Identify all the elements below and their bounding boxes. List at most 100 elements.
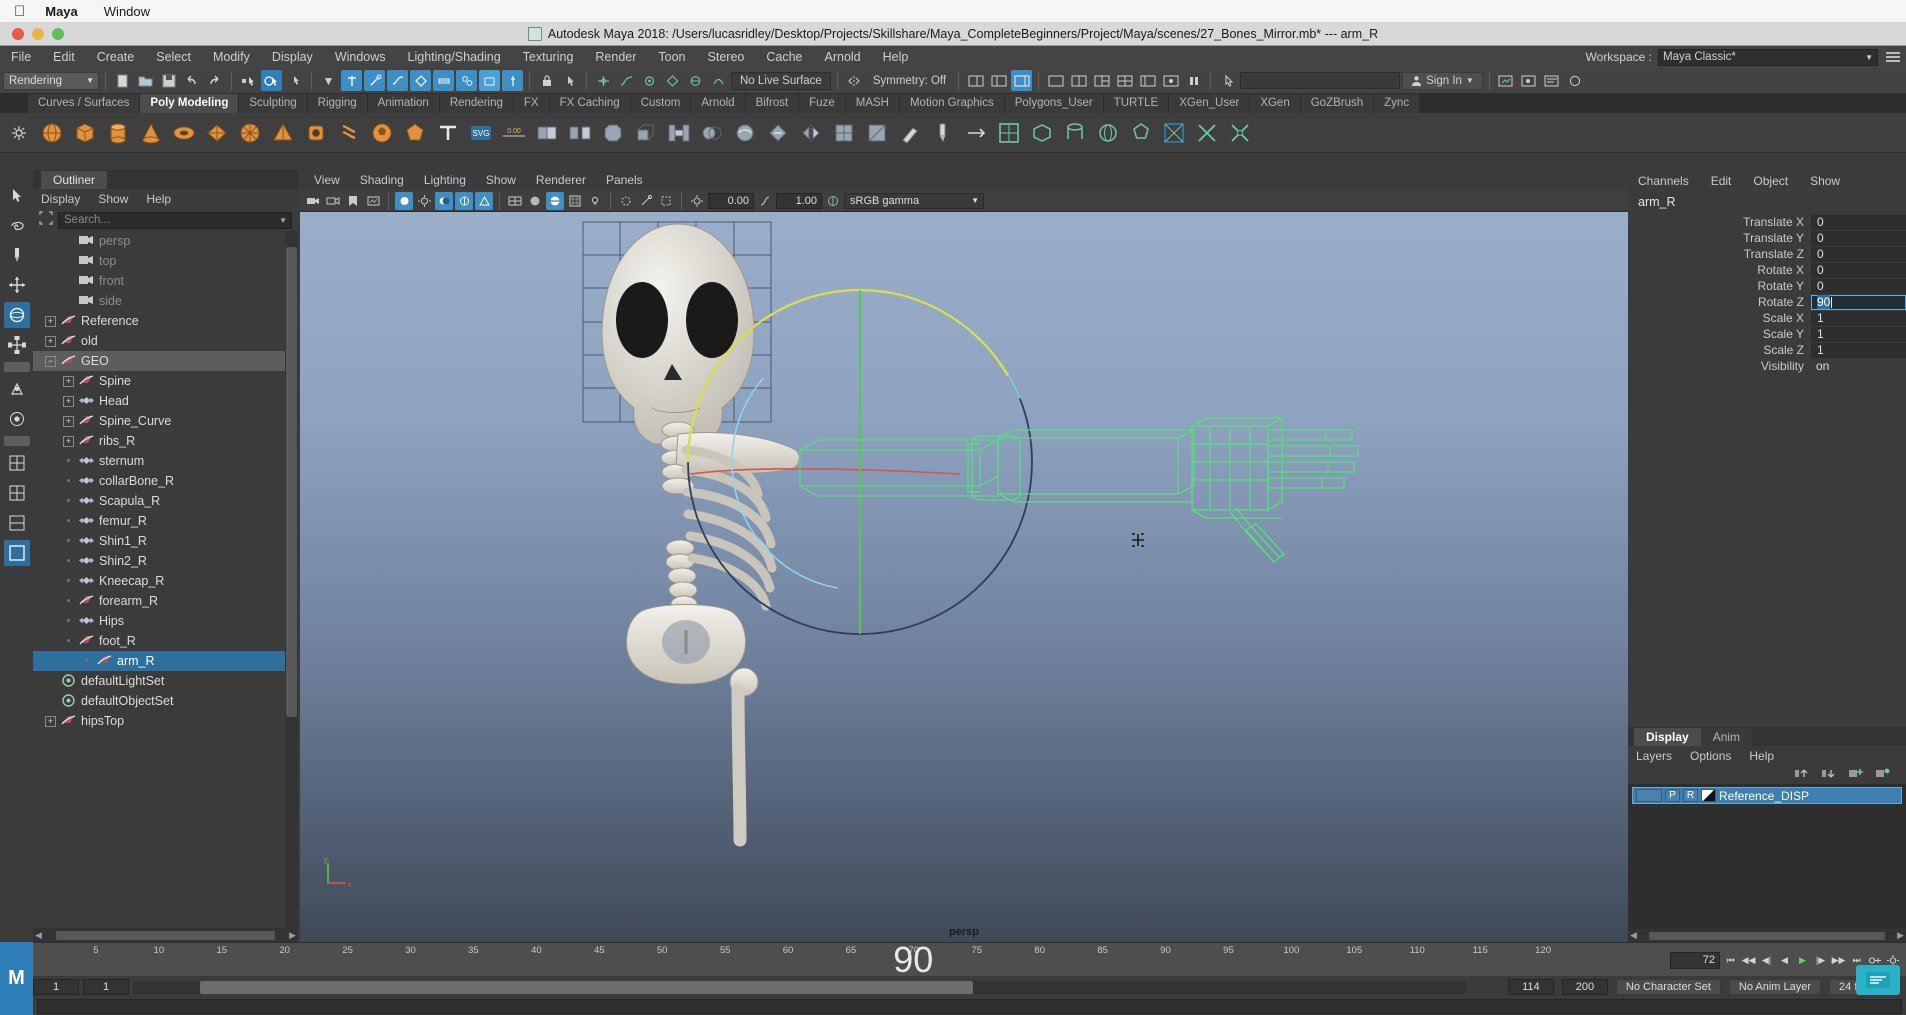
outliner-tab[interactable]: Outliner (33, 170, 298, 189)
scroll-right-icon[interactable]: ▶ (1897, 930, 1904, 941)
svg-import-icon[interactable]: SVG (466, 118, 496, 148)
gamma-field[interactable]: 1.00 (776, 193, 822, 209)
range-start-field[interactable]: 1 (33, 979, 79, 995)
play-forwards-icon[interactable]: ▶ (1795, 953, 1810, 968)
snap-to-plane-icon[interactable] (662, 70, 683, 91)
color-space-select[interactable]: sRGB gamma ▼ (844, 193, 984, 209)
range-end-field[interactable]: 200 (1562, 979, 1608, 995)
uv-automatic-icon[interactable] (1126, 118, 1156, 148)
channelbox-row-translate-x[interactable]: Translate X0 (1628, 214, 1906, 230)
poly-combine-icon[interactable] (532, 118, 562, 148)
next-key-icon[interactable]: |▶ (1813, 953, 1828, 968)
channelbox-attr-value[interactable]: 1 (1811, 311, 1906, 326)
gamma-icon[interactable] (756, 192, 774, 210)
xray-joints-icon[interactable] (637, 192, 655, 210)
go-to-start-icon[interactable]: ⏮ (1723, 953, 1738, 968)
shelf-settings-icon[interactable] (4, 118, 34, 148)
move-layer-down-icon[interactable] (1821, 767, 1836, 783)
bookmark-icon[interactable] (344, 192, 362, 210)
poly-separate-icon[interactable] (565, 118, 595, 148)
scroll-right-icon[interactable]: ▶ (289, 930, 296, 941)
viewport-menu-renderer[interactable]: Renderer (536, 173, 586, 187)
poly-torus-icon[interactable] (169, 118, 199, 148)
layout-four-pane-icon[interactable] (1114, 70, 1135, 91)
outliner-item-ribs-r[interactable]: +ribs_R (33, 431, 298, 451)
playback-pause-icon[interactable] (1183, 70, 1204, 91)
poly-pipe-icon[interactable] (301, 118, 331, 148)
search-input[interactable] (1240, 72, 1400, 89)
channelbox-row-translate-y[interactable]: Translate Y0 (1628, 230, 1906, 246)
poly-booleans-icon[interactable] (697, 118, 727, 148)
snap-to-view-icon[interactable] (685, 70, 706, 91)
outliner-menu-display[interactable]: Display (41, 192, 80, 206)
layer-reference-toggle[interactable]: R (1683, 789, 1698, 802)
layer-list-scrollbar[interactable]: ◀ ▶ (1628, 929, 1906, 942)
menu-help[interactable]: Help (872, 46, 920, 68)
poly-prism-icon[interactable] (235, 118, 265, 148)
uv-editor-icon[interactable] (994, 118, 1024, 148)
outliner-item-side[interactable]: side (33, 291, 298, 311)
range-track[interactable] (133, 981, 1466, 994)
menu-edit[interactable]: Edit (42, 46, 86, 68)
menu-file[interactable]: File (0, 46, 42, 68)
shelf-tab-fx-caching[interactable]: FX Caching (550, 94, 631, 113)
poly-bevel-icon[interactable] (598, 118, 628, 148)
snap-to-point-icon[interactable] (639, 70, 660, 91)
uv-sew-icon[interactable] (1225, 118, 1255, 148)
tab-display-layers[interactable]: Display (1634, 728, 1701, 746)
save-scene-icon[interactable] (158, 70, 179, 91)
layer-menu-options[interactable]: Options (1690, 749, 1731, 763)
maximize-button[interactable] (52, 28, 64, 40)
select-by-component-icon[interactable] (284, 70, 305, 91)
shelf-tab-polygons-user[interactable]: Polygons_User (1005, 94, 1104, 113)
close-button[interactable] (12, 28, 24, 40)
make-live-icon[interactable] (708, 70, 729, 91)
layout-four-view-icon[interactable] (4, 480, 30, 506)
channelbox-row-rotate-y[interactable]: Rotate Y0 (1628, 278, 1906, 294)
channelbox-attr-value[interactable]: on (1811, 359, 1906, 374)
select-all-icon[interactable] (39, 211, 53, 230)
select-by-hierarchy-icon[interactable] (238, 70, 259, 91)
uv-unfold-icon[interactable] (1159, 118, 1189, 148)
select-by-object-icon[interactable] (261, 70, 282, 91)
window-controls[interactable] (0, 28, 64, 40)
menu-arnold[interactable]: Arnold (814, 46, 872, 68)
command-input[interactable] (37, 999, 1902, 1014)
symmetry-status[interactable]: Symmetry: Off (867, 72, 952, 90)
mask-curves-icon[interactable] (387, 70, 408, 91)
minimize-button[interactable] (32, 28, 44, 40)
outliner-item-kneecap-r[interactable]: •Kneecap_R (33, 571, 298, 591)
anti-alias-icon[interactable] (475, 192, 493, 210)
outliner-item-spine-curve[interactable]: +Spine_Curve (33, 411, 298, 431)
toggle-ui-icon[interactable] (1217, 70, 1238, 91)
snap-to-grid-icon[interactable] (593, 70, 614, 91)
layout-hypergraph-icon[interactable] (1160, 70, 1181, 91)
universal-manip-icon[interactable] (4, 376, 30, 402)
menu-display[interactable]: Display (261, 46, 324, 68)
scrollbar-thumb[interactable] (1649, 932, 1885, 940)
mask-handles-icon[interactable] (341, 70, 362, 91)
viewport-menu-view[interactable]: View (314, 173, 340, 187)
snap-to-curve-icon[interactable] (616, 70, 637, 91)
layer-playback-toggle[interactable]: P (1665, 789, 1680, 802)
slide-tool-icon[interactable] (961, 118, 991, 148)
poly-bridge-icon[interactable] (664, 118, 694, 148)
channelbox-menu-channels[interactable]: Channels (1638, 174, 1689, 188)
outliner-item-geo[interactable]: −GEO (33, 351, 298, 371)
mask-rendering-icon[interactable] (479, 70, 500, 91)
hamburger-icon[interactable] (1884, 49, 1902, 65)
poly-triangulate-icon[interactable] (862, 118, 892, 148)
editor-channel-box-icon[interactable] (1011, 70, 1032, 91)
outliner-item-shin1-r[interactable]: •Shin1_R (33, 531, 298, 551)
new-scene-icon[interactable] (112, 70, 133, 91)
select-camera-icon[interactable] (304, 192, 322, 210)
menu-texturing[interactable]: Texturing (512, 46, 585, 68)
lasso-tool-icon[interactable] (4, 212, 30, 238)
channelbox-row-rotate-x[interactable]: Rotate X0 (1628, 262, 1906, 278)
playback-start-field[interactable]: 1 (83, 979, 129, 995)
menu-toon[interactable]: Toon (647, 46, 696, 68)
channelbox-attr-value[interactable]: 0 (1811, 231, 1906, 246)
shelf-tab-bifrost[interactable]: Bifrost (746, 94, 800, 113)
poly-type-icon[interactable] (433, 118, 463, 148)
use-lights-icon[interactable] (586, 192, 604, 210)
